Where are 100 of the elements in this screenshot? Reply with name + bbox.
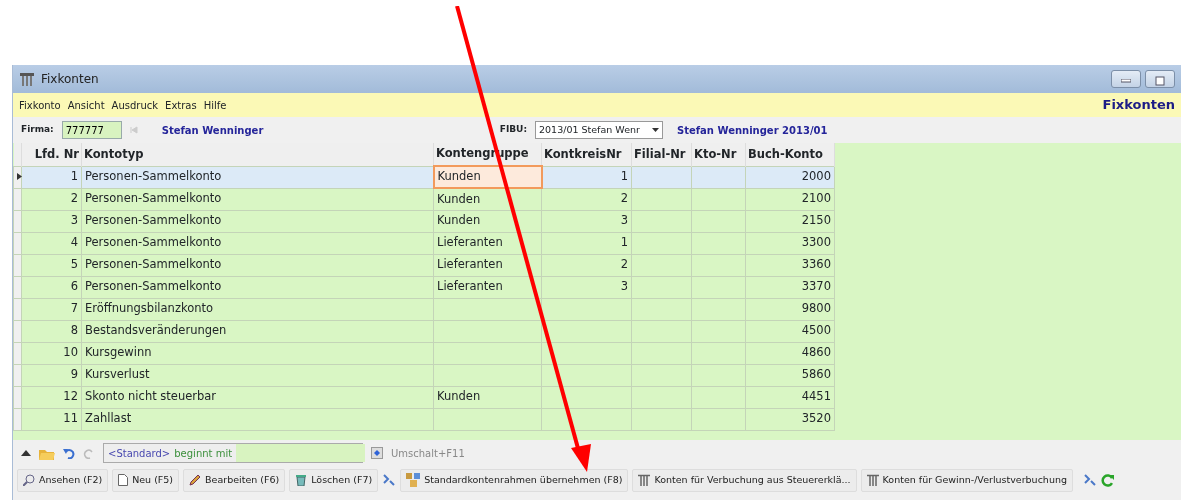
table-cell: Personen-Sammelkonto [81, 232, 434, 254]
table-cell: 4 [21, 232, 82, 254]
table-cell: 4860 [745, 342, 835, 364]
column-header[interactable]: Buch-Konto [745, 143, 835, 166]
menu-item[interactable]: Hilfe [203, 97, 227, 113]
table-row[interactable]: 9 Kursverlust 5860 [13, 364, 835, 386]
minimize-button[interactable] [1111, 70, 1141, 88]
table-cell: Personen-Sammelkonto [81, 276, 434, 298]
table-cell: Personen-Sammelkonto [81, 166, 434, 188]
edit-button[interactable]: Bearbeiten (F6) [183, 468, 286, 492]
table-cell: Personen-Sammelkonto [81, 188, 434, 210]
column-header[interactable]: Lfd. Nr [21, 143, 82, 166]
table-cell: 1 [541, 166, 632, 188]
table-cell: 3520 [745, 408, 835, 430]
menu-item[interactable]: Ausdruck [111, 97, 159, 113]
menu-item[interactable]: Ansicht [67, 97, 105, 113]
table-cell: 2 [541, 188, 632, 210]
form-title: Fixkonten [1102, 96, 1175, 115]
fibu-dropdown[interactable]: 2013/01 Stefan Wenr [535, 121, 663, 139]
table-cell: 9 [21, 364, 82, 386]
maximize-button[interactable] [1145, 70, 1175, 88]
shortcut-label: Umschalt+F11 [391, 446, 465, 461]
table-cell: 2 [21, 188, 82, 210]
columns-icon [638, 474, 651, 486]
pencil-icon [189, 474, 202, 486]
view-button[interactable]: Ansehen (F2) [17, 468, 109, 492]
menu-item[interactable]: Fixkonto [19, 97, 61, 113]
menu-item[interactable]: Extras [165, 97, 197, 113]
company-name: Stefan Wenninger [161, 123, 265, 138]
accounts-button[interactable]: Konten für Verbuchung aus Steuererklä... [632, 468, 857, 492]
field-label: FIBU: [499, 123, 527, 137]
table-cell: 2150 [745, 210, 835, 232]
delete-button[interactable]: Löschen (F7) [289, 468, 379, 492]
columns-icon [866, 474, 879, 486]
table-cell: 5860 [745, 364, 835, 386]
table-cell: 6 [21, 276, 82, 298]
caret-icon [652, 128, 659, 132]
table-cell: 2000 [745, 166, 835, 188]
table-row[interactable]: 7 Eröffnungsbilanzkonto 9800 [13, 298, 835, 320]
column-header[interactable]: Kto-Nr [691, 143, 746, 166]
arrows-icon[interactable] [382, 473, 397, 487]
column-header[interactable]: Kontotyp [81, 143, 434, 166]
table-cell: 3 [21, 210, 82, 232]
column-header[interactable]: Filial-Nr [631, 143, 692, 166]
table-cell: 2 [541, 254, 632, 276]
table-cell: 12 [21, 386, 82, 408]
table-row[interactable]: 10 Kursgewinn 4860 [13, 342, 835, 364]
search-icon [23, 474, 35, 486]
column-header[interactable]: KontkreisNr [541, 143, 632, 166]
table-cell: Bestandsveränderungen [81, 320, 434, 342]
page-icon [118, 474, 129, 486]
table-cell: 7 [21, 298, 82, 320]
table-row[interactable]: 1 Personen-Sammelkonto Kunden 1 2000 [13, 166, 835, 188]
table-row[interactable]: 3 Personen-Sammelkonto Kunden 3 2150 [13, 210, 835, 232]
table-cell: Kunden [433, 386, 542, 408]
table-cell: Kunden [433, 210, 542, 232]
table-cell: Zahllast [81, 408, 434, 430]
firma-field[interactable]: 777777 [61, 121, 122, 139]
new-button[interactable]: Neu (F5) [112, 468, 180, 492]
accounts-button[interactable]: Konten für Gewinn-/Verlustverbuchung [860, 468, 1073, 492]
fibu-name: Stefan Wenninger 2013/01 [677, 123, 828, 138]
window-title: Fixkonten [41, 71, 99, 88]
table-cell: 1 [541, 232, 632, 254]
undo-icon[interactable] [63, 447, 75, 459]
table-row[interactable]: 12 Skonto nicht steuerbar Kunden 4451 [13, 386, 835, 408]
table-cell: Lieferanten [433, 254, 542, 276]
table-row[interactable]: 4 Personen-Sammelkonto Lieferanten 1 3300 [13, 232, 835, 254]
filter-icon[interactable] [371, 447, 383, 459]
redo-icon[interactable] [83, 447, 95, 459]
table-cell: Personen-Sammelkonto [81, 210, 434, 232]
table-cell: 4451 [745, 386, 835, 408]
table-cell: 4500 [745, 320, 835, 342]
filter-field[interactable]: <Standard> beginnt mit [103, 443, 363, 463]
table-cell: 1 [21, 166, 82, 188]
arrows-icon[interactable] [1082, 473, 1097, 487]
table-cell: 3 [541, 276, 632, 298]
field-label: Firma: [21, 123, 54, 137]
table-cell: Skonto nicht steuerbar [81, 386, 434, 408]
table-row[interactable]: 6 Personen-Sammelkonto Lieferanten 3 3370 [13, 276, 835, 298]
bin-icon [295, 474, 308, 486]
table-cell: 5 [21, 254, 82, 276]
table-row[interactable]: 11 Zahllast 3520 [13, 408, 835, 430]
table-row[interactable]: 2 Personen-Sammelkonto Kunden 2 2100 [13, 188, 835, 210]
import-button[interactable]: Standardkontenrahmen übernehmen (F8) [400, 468, 629, 492]
table-cell: Kursverlust [81, 364, 434, 386]
table-cell: 3370 [745, 276, 835, 298]
table-cell: 3 [541, 210, 632, 232]
table-row[interactable]: 5 Personen-Sammelkonto Lieferanten 2 3360 [13, 254, 835, 276]
table-cell: 11 [21, 408, 82, 430]
table-cell: 3360 [745, 254, 835, 276]
table-cell: Lieferanten [433, 276, 542, 298]
table-cell: 8 [21, 320, 82, 342]
refresh-icon[interactable] [1100, 473, 1114, 487]
table-cell: 9800 [745, 298, 835, 320]
table-row[interactable]: 8 Bestandsveränderungen 4500 [13, 320, 835, 342]
table-cell: Eröffnungsbilanzkonto [81, 298, 434, 320]
up-icon[interactable] [21, 449, 31, 457]
table-icon [19, 71, 35, 87]
maximize-icon [1155, 75, 1165, 86]
table-cell: 2100 [745, 188, 835, 210]
